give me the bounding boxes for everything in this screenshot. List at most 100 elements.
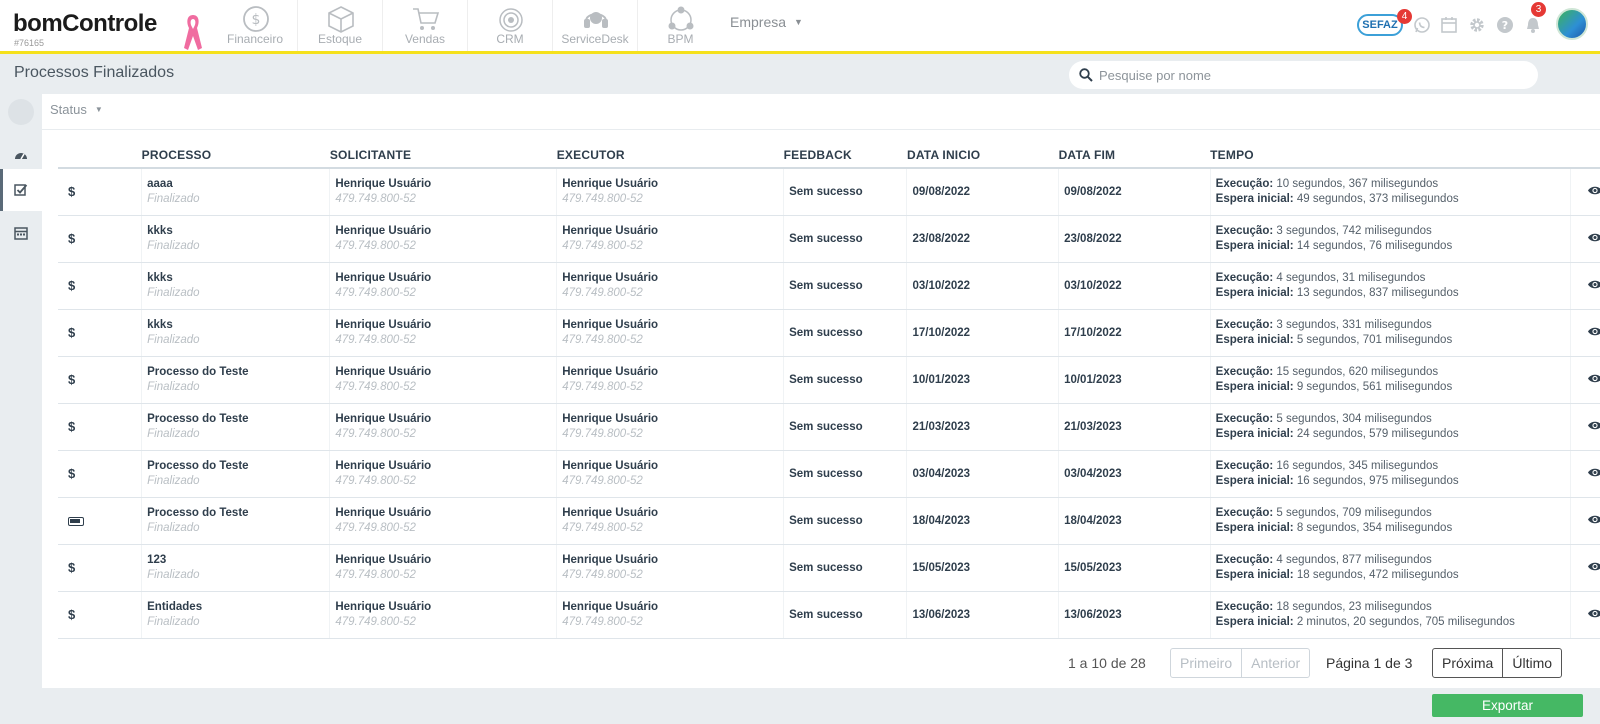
first-page-button[interactable]: Primeiro — [1171, 649, 1241, 677]
process-cell: Processo do Teste Finalizado — [141, 497, 330, 545]
view-cell — [1570, 450, 1600, 498]
wait-label: Espera inicial: — [1215, 239, 1294, 252]
executor-name: Henrique Usuário — [562, 366, 659, 378]
wait-time: Espera inicial: 18 segundos, 472 miliseg… — [1216, 568, 1571, 583]
col-processo[interactable]: PROCESSO — [141, 142, 330, 169]
exec-label: Execução: — [1215, 365, 1274, 378]
eye-icon[interactable] — [1587, 233, 1600, 246]
bell-icon[interactable] — [1524, 16, 1542, 34]
wait-time: Espera inicial: 5 segundos, 701 milisegu… — [1216, 333, 1571, 348]
processes-table: PROCESSO SOLICITANTE EXECUTOR FEEDBACK D… — [58, 142, 1600, 639]
table-row[interactable]: $ Processo do Teste Finalizado Henrique Usu… — [58, 403, 1600, 451]
eye-icon[interactable] — [1587, 421, 1600, 434]
process-name: Entidades — [147, 601, 203, 613]
start-date-cell: 17/10/2022 — [906, 309, 1059, 357]
end-date: 09/08/2022 — [1064, 185, 1122, 198]
table-row[interactable]: $ kkks Finalizado Henrique Usuário 479.749.8… — [58, 262, 1600, 310]
eye-icon[interactable] — [1587, 186, 1600, 199]
sidebar-item-calendar[interactable] — [0, 212, 42, 254]
module-estoque[interactable]: Estoque — [298, 0, 383, 51]
exec-label: Execução: — [1215, 600, 1274, 613]
process-status: Finalizado — [147, 381, 200, 393]
next-page-button[interactable]: Próxima — [1433, 649, 1502, 677]
module-bpm[interactable]: BPM — [638, 0, 723, 51]
sefaz-label: SEFAZ — [1362, 19, 1398, 31]
module-label: ServiceDesk — [561, 32, 629, 46]
eye-icon[interactable] — [1587, 327, 1600, 340]
user-avatar[interactable] — [1556, 8, 1588, 40]
eye-icon[interactable] — [1587, 515, 1600, 528]
whatsapp-icon[interactable] — [1413, 16, 1431, 34]
requester-cell: Henrique Usuário 479.749.800-52 — [329, 450, 557, 498]
sidebar-toggle[interactable] — [0, 94, 42, 136]
table-row[interactable]: $ Processo do Teste Finalizado Henrique Usu… — [58, 450, 1600, 498]
col-tempo[interactable]: TEMPO — [1210, 142, 1571, 169]
start-date-cell: 13/06/2023 — [906, 591, 1059, 639]
table-row[interactable]: Processo do Teste Finalizado Henrique Usuá… — [58, 497, 1600, 545]
last-page-button[interactable]: Último — [1502, 649, 1561, 677]
empresa-dropdown[interactable]: Empresa ▼ — [730, 14, 803, 30]
app-logo[interactable]: bomControle — [13, 10, 157, 38]
eye-icon[interactable] — [1587, 374, 1600, 387]
workflow-icon — [668, 6, 694, 31]
wait-time: Espera inicial: 9 segundos, 561 milisegu… — [1216, 380, 1571, 395]
requester-doc: 479.749.800-52 — [335, 287, 416, 299]
time-cell: Execução: 5 segundos, 709 milisegundos Es… — [1209, 497, 1571, 545]
view-cell — [1570, 262, 1600, 310]
table-row[interactable]: $123 Finalizado Henrique Usuário 479.749.80… — [58, 544, 1600, 592]
module-label: Estoque — [317, 32, 363, 46]
module-crm[interactable]: CRM — [468, 0, 553, 51]
table-header-row: PROCESSO SOLICITANTE EXECUTOR FEEDBACK D… — [58, 142, 1600, 169]
export-button[interactable]: Exportar — [1432, 694, 1583, 717]
caret-down-icon: ▼ — [794, 17, 803, 27]
help-icon[interactable]: ? — [1496, 16, 1514, 34]
col-executor[interactable]: EXECUTOR — [556, 142, 784, 169]
exec-value: 15 segundos, 620 milisegundos — [1276, 365, 1439, 378]
time-cell: Execução: 5 segundos, 304 milisegundos Es… — [1209, 403, 1571, 451]
wait-label: Espera inicial: — [1215, 427, 1294, 440]
prev-page-button[interactable]: Anterior — [1241, 649, 1309, 677]
process-cell: kkks Finalizado — [141, 262, 330, 310]
col-data-inicio[interactable]: DATA INICIO — [906, 142, 1059, 169]
table-row[interactable]: $ kkks Finalizado Henrique Usuário 479.749.8… — [58, 309, 1600, 357]
wait-value: 8 segundos, 354 milisegundos — [1296, 521, 1453, 534]
eye-icon[interactable] — [1587, 468, 1600, 481]
exec-label: Execução: — [1215, 318, 1274, 331]
col-solicitante[interactable]: SOLICITANTE — [329, 142, 557, 169]
feedback-value: Sem sucesso — [789, 326, 863, 339]
view-cell — [1570, 168, 1600, 216]
module-financeiro[interactable]: $ Financeiro — [213, 0, 298, 51]
col-data-fim[interactable]: DATA FIM — [1058, 142, 1211, 169]
col-feedback[interactable]: FEEDBACK — [783, 142, 907, 169]
eye-icon[interactable] — [1587, 609, 1600, 622]
module-vendas[interactable]: Vendas — [383, 0, 468, 51]
sidebar-item-tasks[interactable] — [0, 169, 42, 211]
search-input[interactable] — [1099, 65, 1519, 85]
module-nav: $ Financeiro Estoque Vendas CRM ServiceD… — [213, 0, 723, 51]
process-name: kkks — [147, 225, 173, 237]
process-status: Finalizado — [147, 240, 200, 252]
view-cell — [1570, 544, 1600, 592]
empresa-label: Empresa — [730, 14, 787, 30]
module-servicedesk[interactable]: ServiceDesk — [553, 0, 638, 51]
table-row[interactable]: $ aaaa Finalizado Henrique Usuário 479.749.8… — [58, 168, 1600, 216]
gear-icon[interactable] — [1468, 16, 1486, 34]
end-date: 17/10/2022 — [1064, 326, 1122, 339]
table-row[interactable]: $ Entidades Finalizado Henrique Usuário 479.… — [58, 591, 1600, 639]
wait-time: Espera inicial: 14 segundos, 76 milisegu… — [1216, 239, 1571, 254]
main-panel: Status ▼ PROCESSO SOLICITANTE EXECUTOR FE… — [42, 94, 1600, 688]
view-cell — [1570, 356, 1600, 404]
status-filter[interactable]: Status ▼ — [50, 102, 103, 117]
calendar-icon[interactable] — [1440, 16, 1458, 34]
process-status: Finalizado — [147, 428, 200, 440]
start-date-cell: 23/08/2022 — [906, 215, 1059, 263]
eye-icon[interactable] — [1587, 280, 1600, 293]
exec-value: 18 segundos, 23 milisegundos — [1276, 600, 1432, 613]
exec-time: Execução: 3 segundos, 331 milisegundos — [1216, 318, 1571, 333]
table-row[interactable]: $ Processo do Teste Finalizado Henrique Usu… — [58, 356, 1600, 404]
wait-time: Espera inicial: 2 minutos, 20 segundos, … — [1216, 615, 1571, 630]
executor-cell: Henrique Usuário 479.749.800-52 — [556, 544, 784, 592]
table-row[interactable]: $ kkks Finalizado Henrique Usuário 479.749.8… — [58, 215, 1600, 263]
eye-icon[interactable] — [1587, 562, 1600, 575]
search-icon — [1079, 68, 1093, 82]
